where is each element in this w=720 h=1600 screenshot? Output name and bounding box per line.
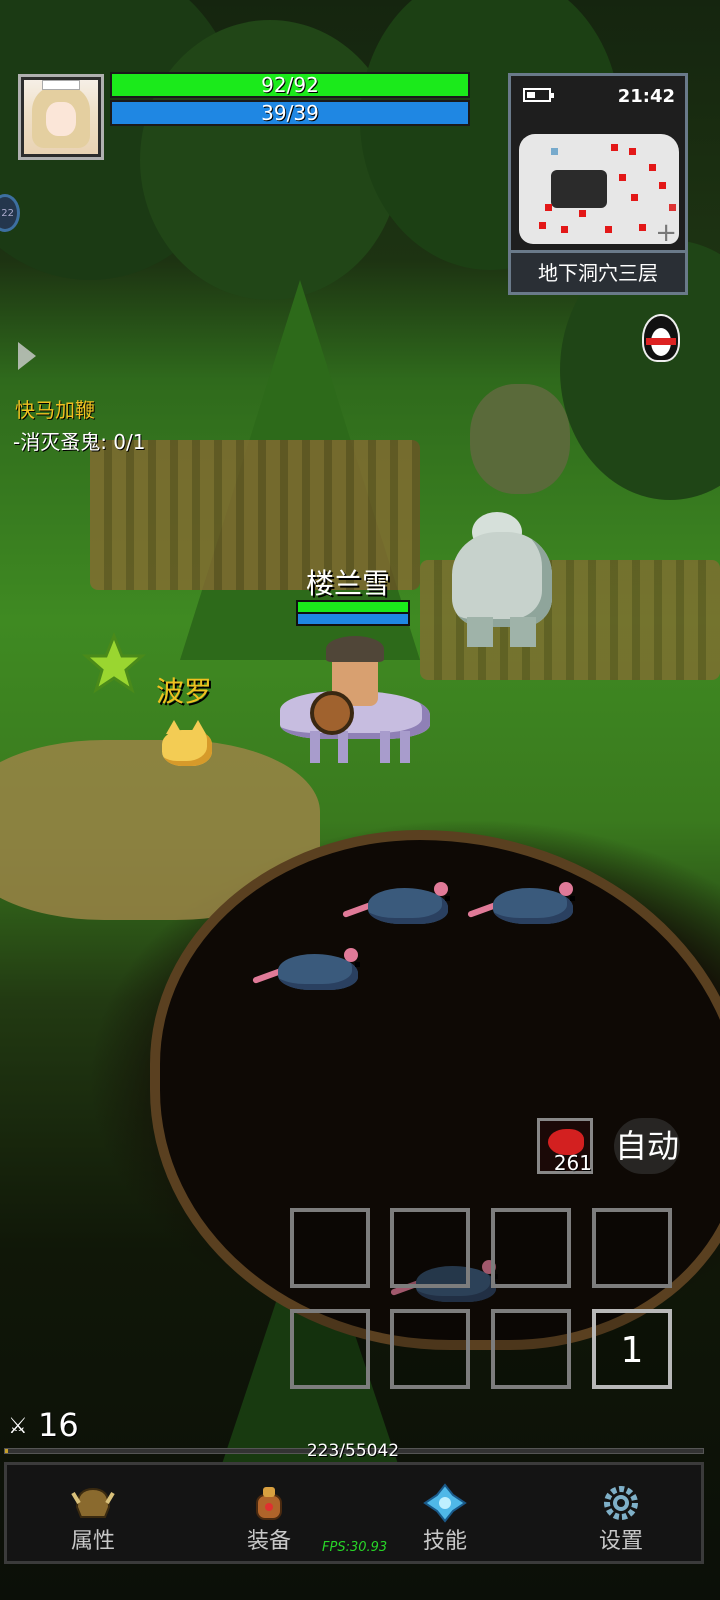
nav-skills[interactable]: 技能 bbox=[385, 1465, 505, 1561]
rat-enemy[interactable] bbox=[252, 946, 370, 996]
skill-slot-5[interactable] bbox=[290, 1309, 370, 1389]
slot-label bbox=[294, 1212, 366, 1284]
floor-name: 地下洞穴三层 bbox=[511, 250, 685, 292]
potion-count: 261 bbox=[553, 1151, 592, 1175]
pet-name-tag: 波罗 bbox=[156, 675, 213, 708]
skill-slot-6[interactable] bbox=[390, 1309, 470, 1389]
rat-enemy[interactable] bbox=[342, 880, 460, 930]
fps-counter: FPS:30.93 bbox=[322, 1540, 388, 1555]
slot-label bbox=[596, 1212, 668, 1284]
slot-label: 1 bbox=[620, 1330, 644, 1371]
slot-label bbox=[394, 1212, 466, 1284]
nav-equipment-label: 装备 bbox=[246, 1529, 291, 1554]
quest-objective[interactable]: -消灭蚤鬼: 0/1 bbox=[13, 426, 146, 455]
pet-cat[interactable] bbox=[158, 720, 214, 770]
hp-bar: 92/92 bbox=[110, 72, 470, 98]
nav-settings[interactable]: 设置 bbox=[561, 1465, 681, 1561]
herb-star-item[interactable] bbox=[82, 631, 146, 696]
player-hero-on-horse[interactable] bbox=[280, 636, 430, 766]
auto-button[interactable]: 自动 bbox=[614, 1118, 680, 1174]
mossy-boulder bbox=[470, 384, 570, 494]
slot-label bbox=[495, 1212, 567, 1284]
troll-enemy[interactable] bbox=[442, 512, 562, 647]
skill-gem-icon bbox=[423, 1483, 467, 1523]
nav-settings-label: 设置 bbox=[598, 1529, 643, 1554]
skill-slot-7[interactable] bbox=[491, 1309, 571, 1389]
sword-icon: ⚔ bbox=[8, 1414, 28, 1439]
experience-text: 223/55042 bbox=[306, 1441, 400, 1461]
battery-icon bbox=[523, 88, 554, 102]
skill-slot-3[interactable] bbox=[491, 1208, 571, 1288]
mp-text: 39/39 bbox=[261, 101, 319, 125]
player-avatar[interactable] bbox=[18, 74, 104, 160]
slot-label bbox=[394, 1313, 466, 1385]
attack-value: 16 bbox=[38, 1406, 79, 1444]
skill-slot-8[interactable]: 1 bbox=[592, 1309, 672, 1389]
tree-canopy bbox=[140, 20, 400, 300]
clock: 21:42 bbox=[617, 86, 675, 107]
nav-attributes[interactable]: 属性 bbox=[33, 1465, 153, 1561]
helmet-icon bbox=[71, 1487, 115, 1518]
player-name-tag: 楼兰雪 bbox=[306, 567, 391, 600]
mp-bar: 39/39 bbox=[110, 100, 470, 126]
slot-label bbox=[495, 1313, 567, 1385]
nav-attributes-label: 属性 bbox=[70, 1529, 115, 1554]
expand-arrow-icon[interactable] bbox=[18, 342, 36, 370]
minimap[interactable]: 21:42 + 地下洞穴三层 bbox=[508, 73, 688, 295]
gear-icon bbox=[604, 1486, 638, 1520]
bag-icon bbox=[256, 1487, 282, 1520]
quest-title[interactable]: 快马加鞭 bbox=[15, 394, 95, 423]
skill-slot-1[interactable] bbox=[290, 1208, 370, 1288]
slot-label bbox=[294, 1313, 366, 1385]
skill-slot-4[interactable] bbox=[592, 1208, 672, 1288]
expand-map-icon[interactable]: + bbox=[655, 218, 677, 248]
skill-slot-2[interactable] bbox=[390, 1208, 470, 1288]
rat-enemy[interactable] bbox=[467, 880, 585, 930]
nav-equipment[interactable]: 装备 bbox=[209, 1465, 329, 1561]
hp-text: 92/92 bbox=[261, 73, 319, 97]
penguin-npc[interactable] bbox=[636, 310, 686, 366]
nav-skills-label: 技能 bbox=[422, 1529, 467, 1554]
health-potion-button[interactable]: 261 bbox=[537, 1118, 593, 1175]
player-overhead-bars bbox=[296, 600, 410, 626]
